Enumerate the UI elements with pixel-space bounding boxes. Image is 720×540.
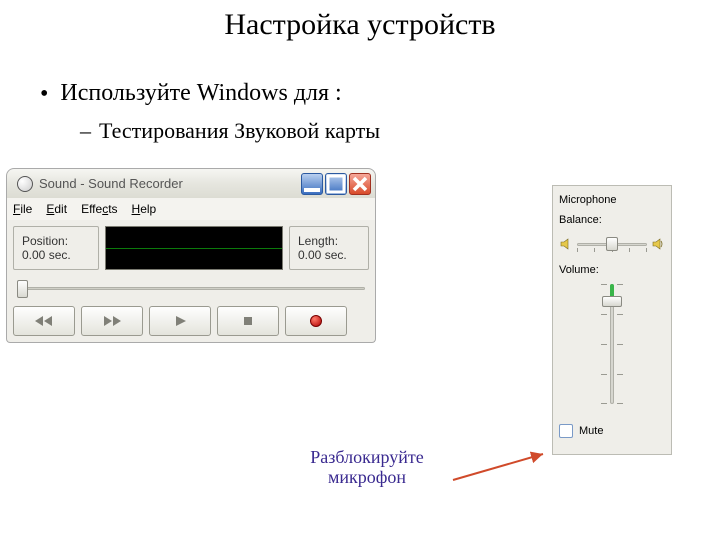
- slider-thumb[interactable]: [17, 280, 28, 298]
- mute-label: Mute: [579, 425, 603, 437]
- seek-start-icon: [32, 314, 56, 328]
- close-button[interactable]: [349, 173, 371, 195]
- menu-help[interactable]: Help: [132, 202, 157, 216]
- menubar: File Edit Effects Help: [6, 198, 376, 220]
- menu-file[interactable]: File: [13, 202, 32, 216]
- record-button[interactable]: [285, 306, 347, 336]
- minimize-button[interactable]: [301, 173, 323, 195]
- stop-button[interactable]: [217, 306, 279, 336]
- minimize-icon: [302, 174, 322, 194]
- window-title: Sound - Sound Recorder: [39, 176, 183, 191]
- volume-slider[interactable]: [599, 284, 625, 404]
- sound-recorder-window: Sound - Sound Recorder File Edit Effects…: [6, 168, 376, 343]
- seek-start-button[interactable]: [13, 306, 75, 336]
- close-icon: [350, 174, 370, 194]
- slide-title: Настройка устройств: [0, 8, 720, 42]
- menu-effects[interactable]: Effects: [81, 202, 117, 216]
- length-value: 0.00 sec.: [298, 248, 360, 262]
- play-button[interactable]: [149, 306, 211, 336]
- arrow-annotation-icon: [448, 448, 558, 488]
- seek-end-button[interactable]: [81, 306, 143, 336]
- position-slider[interactable]: [13, 278, 369, 298]
- balance-thumb[interactable]: [606, 237, 618, 251]
- length-label: Length:: [298, 234, 360, 248]
- bullet-level-1: Используйте Windows для :: [40, 80, 342, 108]
- mixer-title: Microphone: [559, 194, 665, 206]
- maximize-icon: [326, 174, 346, 194]
- annotation-unblock-mic: Разблокируйтемикрофон: [287, 448, 447, 488]
- speaker-right-icon: [651, 237, 665, 251]
- volume-label: Volume:: [559, 264, 665, 276]
- menu-edit[interactable]: Edit: [46, 202, 67, 216]
- stop-icon: [236, 314, 260, 328]
- balance-slider[interactable]: [577, 235, 647, 253]
- maximize-button[interactable]: [325, 173, 347, 195]
- position-label: Position:: [22, 234, 90, 248]
- mute-checkbox[interactable]: [559, 424, 573, 438]
- recorder-app-icon: [17, 176, 33, 192]
- play-icon: [168, 314, 192, 328]
- microphone-mixer-panel: Microphone Balance: Volume:: [552, 185, 672, 455]
- speaker-left-icon: [559, 237, 573, 251]
- balance-label: Balance:: [559, 214, 665, 226]
- titlebar[interactable]: Sound - Sound Recorder: [6, 168, 376, 198]
- waveform-display: [105, 226, 283, 270]
- position-panel: Position: 0.00 sec.: [13, 226, 99, 270]
- seek-end-icon: [100, 314, 124, 328]
- position-value: 0.00 sec.: [22, 248, 90, 262]
- bullet-level-2: Тестирования Звуковой карты: [80, 118, 380, 144]
- record-icon: [310, 315, 322, 327]
- length-panel: Length: 0.00 sec.: [289, 226, 369, 270]
- recorder-body: Position: 0.00 sec. Length: 0.00 sec.: [6, 220, 376, 343]
- volume-thumb[interactable]: [602, 296, 622, 307]
